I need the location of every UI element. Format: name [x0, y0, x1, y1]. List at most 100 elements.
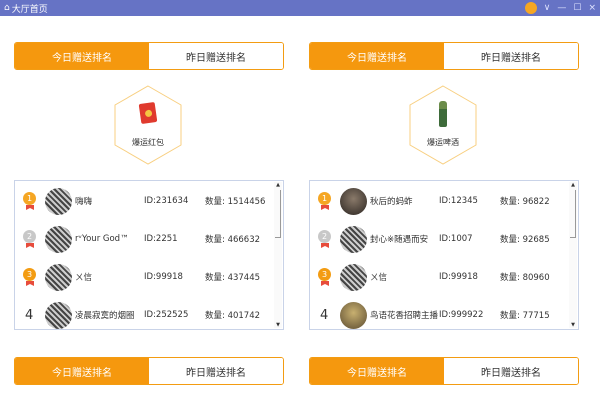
- scroll-down-icon[interactable]: ▼: [274, 322, 282, 328]
- user-id: ID:999922: [439, 310, 484, 320]
- avatar: [340, 225, 367, 253]
- chevron-down-icon[interactable]: ∨: [544, 3, 551, 13]
- gift-count: 数量: 466632: [205, 233, 260, 245]
- count-label: 数量:: [500, 311, 520, 321]
- beer-bottle-icon: [439, 101, 447, 127]
- list-item[interactable]: 3 ㄨ信 ID:99918 数量: 80960: [310, 258, 568, 296]
- list-item[interactable]: 1 嗨嗨 ID:231634 数量: 1514456: [15, 182, 273, 220]
- avatar: [340, 301, 367, 329]
- avatar: [45, 225, 72, 253]
- gift-red-envelope[interactable]: 爆运红包: [113, 85, 183, 165]
- count-value: 401742: [227, 311, 261, 321]
- avatar-face-icon[interactable]: [524, 2, 537, 14]
- tab-today-ranking[interactable]: 今日赠送排名: [15, 43, 149, 69]
- user-name: 秋后的蚂蚱: [370, 197, 413, 207]
- count-label: 数量:: [205, 235, 225, 245]
- rank-medal-icon: 1: [23, 192, 37, 210]
- home-icon: ⌂: [4, 3, 10, 13]
- count-label: 数量:: [205, 273, 225, 283]
- list-item[interactable]: 1 秋后的蚂蚱 ID:12345 数量: 96822: [310, 182, 568, 220]
- user-name: ㄨ信: [370, 273, 388, 283]
- user-id: ID:231634: [144, 196, 189, 206]
- scroll-thumb[interactable]: [275, 190, 281, 238]
- rank-medal-icon: 3: [318, 268, 332, 286]
- scroll-thumb[interactable]: [570, 190, 576, 238]
- user-name: r᠎ᵛYour God™: [75, 234, 129, 244]
- user-id: ID:252525: [144, 310, 189, 320]
- user-name: 封心※随遇而安: [370, 235, 429, 245]
- rank-number: 1: [23, 192, 36, 205]
- gift-count: 数量: 92685: [500, 233, 550, 245]
- list-item[interactable]: 2 r᠎ᵛYour God™ ID:2251 数量: 466632: [15, 220, 273, 258]
- list-item[interactable]: 4 鸟语花香招聘主播 ID:999922 数量: 77715: [310, 296, 568, 334]
- ranking-tabs-right: 今日赠送排名 昨日赠送排名: [309, 42, 579, 70]
- rank-medal-icon: 3: [23, 268, 37, 286]
- user-name: 凌晨寂寞的烟圈: [75, 311, 135, 321]
- rank-number: 3: [318, 268, 331, 281]
- count-label: 数量:: [500, 197, 520, 207]
- gift-beer[interactable]: 爆运啤酒: [408, 85, 478, 165]
- tab-yesterday-ranking[interactable]: 昨日赠送排名: [149, 43, 283, 69]
- ranking-tabs-bottom-right: 今日赠送排名 昨日赠送排名: [309, 357, 579, 385]
- rank-number: 3: [23, 268, 36, 281]
- user-name: ㄨ信: [75, 273, 93, 283]
- gift-count: 数量: 1514456: [205, 195, 265, 207]
- rank-medal-icon: 1: [318, 192, 332, 210]
- gift-count: 数量: 77715: [500, 309, 550, 321]
- list-item[interactable]: 3 ㄨ信 ID:99918 数量: 437445: [15, 258, 273, 296]
- ranking-list-right[interactable]: 1 秋后的蚂蚱 ID:12345 数量: 96822 2 封心※随遇而安 ID:…: [309, 180, 579, 330]
- list-item[interactable]: 2 封心※随遇而安 ID:1007 数量: 92685: [310, 220, 568, 258]
- count-label: 数量:: [500, 273, 520, 283]
- rank-number: 1: [318, 192, 331, 205]
- scrollbar[interactable]: ▲ ▼: [274, 182, 282, 328]
- rank-number: 2: [23, 230, 36, 243]
- avatar: [45, 301, 72, 329]
- user-name: 嗨嗨: [75, 197, 93, 207]
- user-id: ID:1007: [439, 234, 473, 244]
- gift-count: 数量: 401742: [205, 309, 260, 321]
- list-item[interactable]: 4 凌晨寂寞的烟圈 ID:252525 数量: 401742: [15, 296, 273, 334]
- title-bar: ⌂ 大厅首页 ∨ — ☐ ×: [0, 0, 600, 16]
- count-value: 80960: [522, 273, 550, 283]
- rank-medal-icon: 2: [23, 230, 37, 248]
- gift-label: 爆运啤酒: [427, 138, 459, 147]
- tab-today-ranking[interactable]: 今日赠送排名: [310, 358, 444, 384]
- scroll-up-icon[interactable]: ▲: [569, 182, 577, 188]
- scroll-up-icon[interactable]: ▲: [274, 182, 282, 188]
- rank-number: 4: [320, 307, 329, 323]
- gift-count: 数量: 96822: [500, 195, 550, 207]
- tab-today-ranking[interactable]: 今日赠送排名: [310, 43, 444, 69]
- count-value: 92685: [522, 235, 550, 245]
- scrollbar[interactable]: ▲ ▼: [569, 182, 577, 328]
- avatar: [45, 263, 72, 291]
- avatar: [340, 187, 367, 215]
- count-label: 数量:: [205, 197, 225, 207]
- user-id: ID:12345: [439, 196, 478, 206]
- window-title: 大厅首页: [11, 4, 48, 15]
- gift-count: 数量: 437445: [205, 271, 260, 283]
- close-icon[interactable]: ×: [588, 3, 596, 13]
- user-id: ID:99918: [144, 272, 183, 282]
- ranking-tabs-left: 今日赠送排名 昨日赠送排名: [14, 42, 284, 70]
- avatar: [45, 187, 72, 215]
- count-value: 96822: [522, 197, 550, 207]
- scroll-down-icon[interactable]: ▼: [569, 322, 577, 328]
- gift-count: 数量: 80960: [500, 271, 550, 283]
- tab-today-ranking[interactable]: 今日赠送排名: [15, 358, 149, 384]
- tab-yesterday-ranking[interactable]: 昨日赠送排名: [149, 358, 283, 384]
- tab-yesterday-ranking[interactable]: 昨日赠送排名: [444, 43, 578, 69]
- user-name: 鸟语花香招聘主播: [370, 311, 439, 321]
- red-envelope-icon: [138, 101, 158, 125]
- count-value: 77715: [522, 311, 550, 321]
- rank-medal-icon: 2: [318, 230, 332, 248]
- gift-label: 爆运红包: [132, 138, 164, 147]
- count-value: 466632: [227, 235, 261, 245]
- maximize-icon[interactable]: ☐: [573, 3, 581, 13]
- ranking-list-left[interactable]: 1 嗨嗨 ID:231634 数量: 1514456 2 r᠎ᵛYour God…: [14, 180, 284, 330]
- count-label: 数量:: [205, 311, 225, 321]
- tab-yesterday-ranking[interactable]: 昨日赠送排名: [444, 358, 578, 384]
- minimize-icon[interactable]: —: [557, 3, 566, 13]
- rank-number: 4: [25, 307, 34, 323]
- rank-number: 2: [318, 230, 331, 243]
- ranking-tabs-bottom-left: 今日赠送排名 昨日赠送排名: [14, 357, 284, 385]
